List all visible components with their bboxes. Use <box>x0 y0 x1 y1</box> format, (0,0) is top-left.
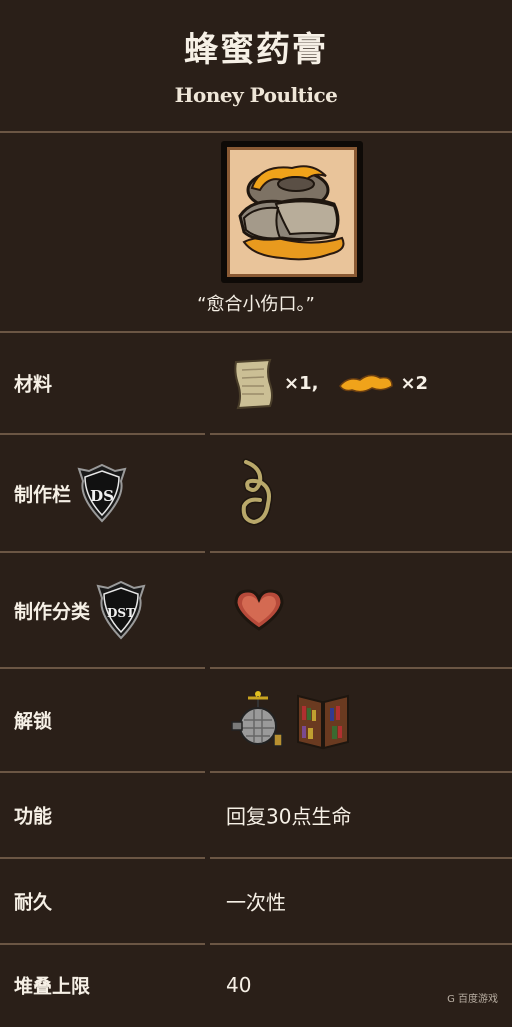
row-label: 制作栏 DS <box>14 463 129 523</box>
materials-value: ×1, ×2 <box>230 356 428 410</box>
function-value: 回复30点生命 <box>226 804 352 829</box>
item-quote: “愈合小伤口。” <box>197 294 315 315</box>
svg-text:DST: DST <box>107 606 135 620</box>
item-title: 蜂蜜药膏 <box>184 30 328 70</box>
papyrus-icon[interactable] <box>230 356 280 410</box>
watermark: G 百度游戏 <box>447 990 498 1005</box>
row-label: 解锁 <box>14 710 53 733</box>
svg-text:DS: DS <box>90 487 114 505</box>
honey-poultice-icon <box>238 165 345 261</box>
watermark-text: G 百度游戏 <box>447 994 498 1005</box>
row-function: 功能 回复30点生命 <box>0 773 512 860</box>
honey-icon[interactable] <box>336 368 396 398</box>
craft-tab-value <box>236 458 280 528</box>
row-stack: 堆叠上限 40 G 百度游戏 <box>0 945 512 1025</box>
papyrus-count: ×1, <box>284 372 319 394</box>
row-craft-category: 制作分类 DST <box>0 553 512 670</box>
row-label: 材料 <box>14 373 53 396</box>
ds-badge-icon: DS <box>77 463 127 523</box>
item-image-block: “愈合小伤口。” <box>0 133 512 333</box>
unlock-value <box>228 688 354 752</box>
row-label: 堆叠上限 <box>14 975 91 998</box>
row-label: 耐久 <box>14 891 53 914</box>
heart-icon[interactable] <box>232 587 286 633</box>
item-image <box>221 141 363 283</box>
item-subtitle: Honey Poultice <box>174 83 338 107</box>
honey-count: ×2 <box>400 372 429 394</box>
craft-category-value <box>232 587 286 633</box>
row-label: 功能 <box>14 805 53 828</box>
row-materials: 材料 ×1, ×2 <box>0 333 512 436</box>
item-header: 蜂蜜药膏 Honey Poultice <box>0 0 512 133</box>
row-label: 制作分类 DST <box>14 580 148 640</box>
survival-tab-icon[interactable] <box>236 458 280 528</box>
craft-category-label: 制作分类 <box>14 600 91 623</box>
alchemy-bookcase-icon[interactable] <box>292 688 354 752</box>
wiki-item-card: 蜂蜜药膏 Honey Poultice “愈合小伤口。” 材料 ×1, ×2 制… <box>0 0 512 1027</box>
science-machine-icon[interactable] <box>228 688 288 752</box>
row-durability: 耐久 一次性 <box>0 859 512 946</box>
stack-value: 40 <box>226 973 252 997</box>
row-craft-tab: 制作栏 DS <box>0 435 512 554</box>
row-unlock: 解锁 <box>0 669 512 774</box>
dst-badge-icon: DST <box>96 580 146 640</box>
craft-tab-label: 制作栏 <box>14 483 72 506</box>
durability-value: 一次性 <box>226 890 286 915</box>
